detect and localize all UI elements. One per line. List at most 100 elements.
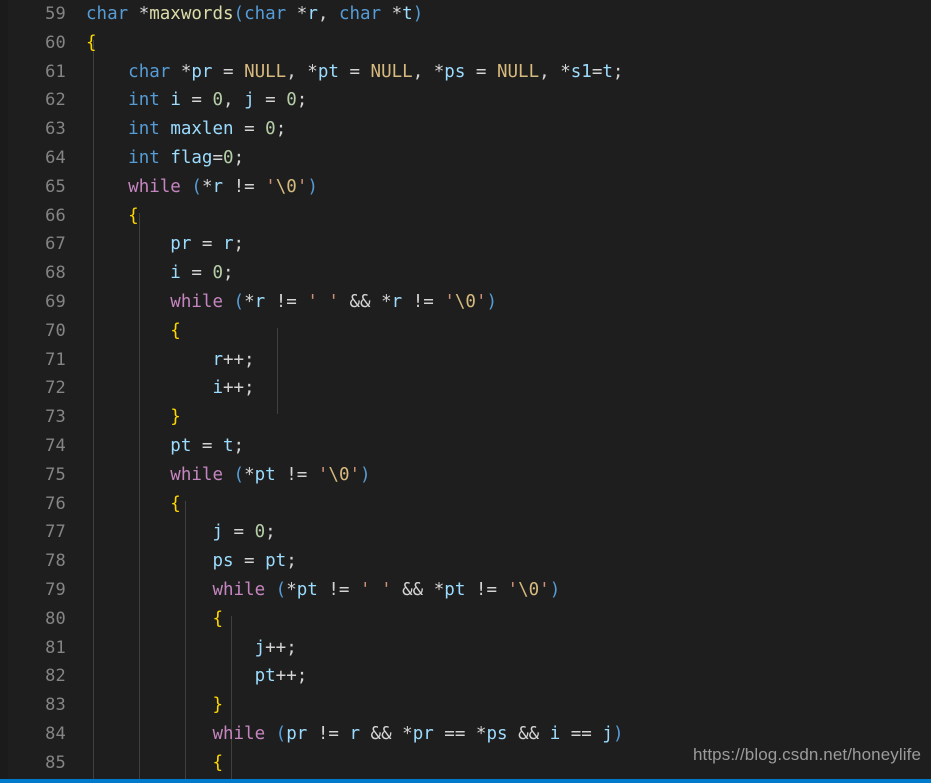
- token-num: 0: [223, 148, 234, 168]
- code-line[interactable]: 79 while (*pt != ' ' && *pt != '\0'): [0, 576, 931, 605]
- token-var: t: [402, 4, 413, 24]
- token-kw: char: [86, 4, 129, 24]
- token-str: ': [265, 176, 276, 197]
- token-pn: ): [412, 4, 424, 24]
- token-op: [86, 378, 212, 398]
- status-bar[interactable]: [0, 779, 931, 783]
- line-number: 84: [45, 724, 66, 744]
- token-op: !=: [465, 580, 508, 600]
- token-op: [86, 321, 170, 341]
- token-op: [86, 494, 170, 514]
- token-num: 0: [212, 90, 224, 111]
- token-op: !=: [317, 580, 360, 600]
- line-text: int maxlen = 0;: [86, 115, 286, 144]
- token-op: ++;: [222, 349, 255, 370]
- line-number: 74: [45, 436, 66, 456]
- line-text: pr = r;: [86, 230, 244, 259]
- line-text: {: [86, 490, 181, 519]
- token-op: !=: [223, 176, 266, 197]
- line-text: }: [86, 403, 181, 432]
- line-text: while (*pt != ' ' && *pt != '\0'): [86, 576, 560, 605]
- token-op: =: [191, 436, 223, 456]
- code-line[interactable]: 62 int i = 0, j = 0;: [0, 86, 931, 115]
- line-number: 71: [45, 349, 66, 370]
- line-text: ps = pt;: [86, 547, 297, 576]
- code-line[interactable]: 74 pt = t;: [0, 432, 931, 461]
- token-str: ' ': [307, 292, 339, 312]
- code-line[interactable]: 60 {: [0, 29, 931, 58]
- code-line[interactable]: 69 while (*r != ' ' && *r != '\0'): [0, 288, 931, 317]
- code-line[interactable]: 76 {: [0, 490, 931, 519]
- token-var: j: [212, 522, 223, 543]
- token-br: {: [212, 608, 223, 629]
- token-op: =: [222, 522, 255, 543]
- code-line[interactable]: 63 int maxlen = 0;: [0, 115, 931, 144]
- token-str: ': [507, 580, 519, 600]
- code-line[interactable]: 77 j = 0;: [0, 518, 931, 547]
- line-number: 72: [45, 378, 66, 399]
- token-str: ': [444, 292, 455, 312]
- code-line[interactable]: 83 }: [0, 691, 931, 720]
- token-str: ': [475, 292, 487, 312]
- line-number: 68: [45, 263, 66, 284]
- token-str: ': [317, 464, 329, 485]
- code-line[interactable]: 75 while (*pt != '\0'): [0, 461, 931, 490]
- token-var: i: [170, 263, 181, 284]
- token-kw: int: [128, 119, 160, 140]
- code-line[interactable]: 78 ps = pt;: [0, 547, 931, 576]
- token-str: ' ': [360, 580, 392, 600]
- token-op: [86, 695, 212, 715]
- token-op: ;: [223, 263, 234, 284]
- code-line[interactable]: 72 i++;: [0, 374, 931, 403]
- token-var: pt: [265, 551, 287, 572]
- token-op: [86, 292, 170, 312]
- token-op: ++;: [265, 637, 297, 658]
- token-var: pr: [286, 724, 308, 744]
- token-var: pt: [296, 580, 318, 600]
- code-line[interactable]: 73 }: [0, 403, 931, 432]
- token-op: [86, 609, 212, 629]
- token-cst: NULL: [496, 61, 540, 82]
- token-var: t: [602, 61, 613, 82]
- token-pn: (: [233, 464, 245, 485]
- code-line[interactable]: 59 char *maxwords(char *r, char *t): [0, 0, 931, 29]
- code-line[interactable]: 61 char *pr = NULL, *pt = NULL, *ps = NU…: [0, 58, 931, 87]
- token-op: [86, 148, 128, 168]
- code-line[interactable]: 66 {: [0, 202, 931, 231]
- token-kw: int: [128, 90, 160, 111]
- code-line[interactable]: 81 j++;: [0, 634, 931, 663]
- token-op: [86, 638, 255, 658]
- code-lines-container[interactable]: 59 char *maxwords(char *r, char *t) 60{61 …: [0, 0, 931, 783]
- token-op: ;: [286, 551, 297, 572]
- code-line[interactable]: 68 i = 0;: [0, 259, 931, 288]
- token-var: pt: [444, 580, 466, 600]
- code-line[interactable]: 71 r++;: [0, 346, 931, 375]
- token-op: ++;: [275, 666, 308, 687]
- token-var: i: [212, 378, 223, 399]
- token-op: *: [244, 292, 255, 312]
- token-str: ': [296, 176, 308, 197]
- code-line[interactable]: 65 while (*r != '\0'): [0, 173, 931, 202]
- token-pn: ): [360, 464, 371, 485]
- line-number: 62: [45, 90, 66, 111]
- token-op: *: [170, 61, 192, 82]
- line-text: j = 0;: [86, 518, 275, 547]
- token-op: [86, 62, 128, 82]
- token-op: *: [286, 4, 308, 24]
- token-var: i: [170, 90, 181, 111]
- code-editor[interactable]: 59 char *maxwords(char *r, char *t) 60{61 …: [0, 0, 931, 783]
- token-op: [160, 119, 171, 139]
- token-var: pr: [170, 234, 192, 255]
- token-op: [86, 724, 212, 744]
- code-line[interactable]: 82 pt++;: [0, 662, 931, 691]
- token-op: *: [381, 4, 403, 24]
- token-op: == *: [433, 724, 487, 744]
- code-line[interactable]: 64 int flag=0;: [0, 144, 931, 173]
- token-op: , *: [539, 61, 571, 82]
- code-line[interactable]: 70 {: [0, 317, 931, 346]
- token-cst: \0: [518, 580, 540, 600]
- code-line[interactable]: 80 {: [0, 605, 931, 634]
- code-line[interactable]: 67 pr = r;: [0, 230, 931, 259]
- token-var: r: [254, 292, 266, 312]
- token-op: [86, 206, 128, 226]
